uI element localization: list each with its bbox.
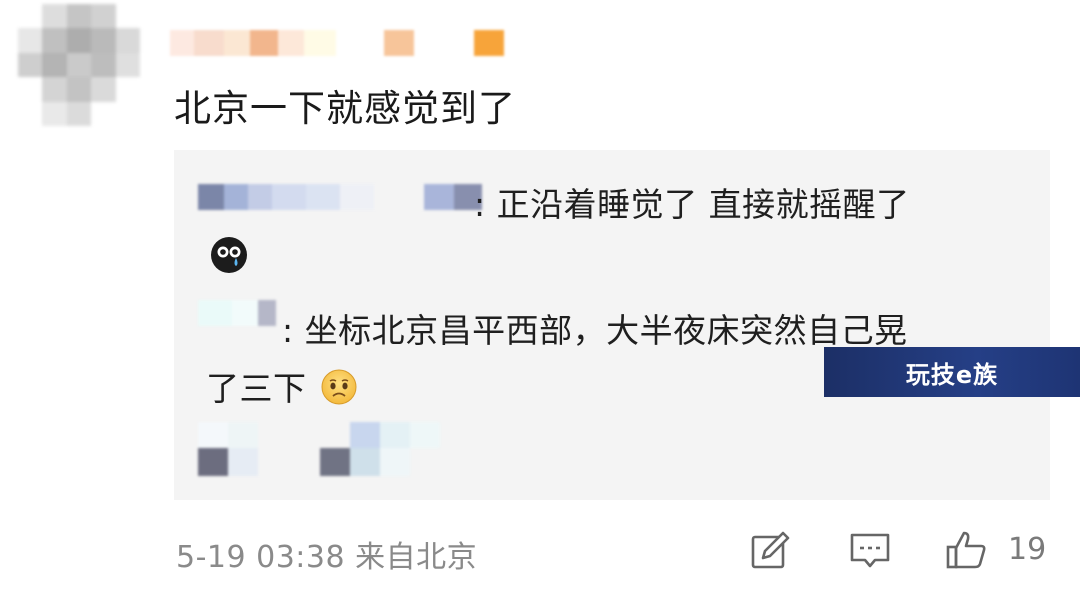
comment-icon[interactable] <box>848 528 892 572</box>
reply-2-username-redacted[interactable] <box>198 300 276 326</box>
reply-2-text-cont: 了三下 <box>206 362 358 410</box>
edit-icon[interactable] <box>748 528 792 572</box>
reply-1-separator: : <box>474 185 486 224</box>
reply-2-body-cont: 了三下 <box>206 369 307 408</box>
reply-username-redacted[interactable] <box>198 184 482 210</box>
more-replies-redacted[interactable] <box>198 422 440 476</box>
reply-1-body: 正沿着睡觉了 直接就摇醒了 <box>496 185 910 224</box>
comment-text: 北京一下就感觉到了 <box>174 87 516 130</box>
like-count: 19 <box>1008 532 1047 567</box>
sad-face-emoji-icon <box>321 369 356 405</box>
comment-meta: 5-19 03:38 来自北京 <box>176 540 478 575</box>
reply-2-text: : 坐标北京昌平西部，大半夜床突然自己晃 <box>282 304 908 352</box>
watermark: 玩技e族 <box>824 347 1080 397</box>
crying-emoji-icon <box>211 237 247 273</box>
reply-2-body: 坐标北京昌平西部，大半夜床突然自己晃 <box>304 311 908 350</box>
user-avatar[interactable] <box>18 4 140 126</box>
reply-1-text: : 正沿着睡觉了 直接就摇醒了 <box>474 178 910 226</box>
comment-card: 北京一下就感觉到了 : 正沿着睡觉了 直接就摇醒了 : 坐标北京昌平西部，大半夜… <box>0 0 1080 592</box>
username-redacted[interactable] <box>170 30 504 56</box>
reply-2-separator: : <box>282 311 294 350</box>
thumbs-up-icon[interactable] <box>944 528 988 572</box>
